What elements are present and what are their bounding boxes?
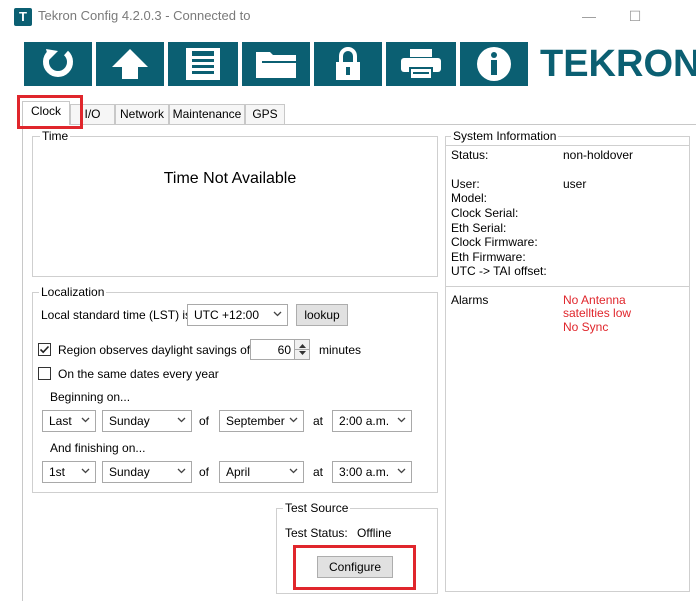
eth-serial-label: Eth Serial: [451, 221, 507, 235]
title-bar: T Tekron Config 4.2.0.3 - Connected to —… [0, 0, 696, 34]
upload-button[interactable] [96, 42, 164, 86]
test-status-value: Offline [357, 526, 392, 540]
begin-month-value: September [226, 414, 285, 428]
clock-firmware-label: Clock Firmware: [451, 235, 538, 249]
tab-gps[interactable]: GPS [245, 104, 285, 124]
same-dates-label: On the same dates every year [58, 367, 219, 381]
alarm-item: satellties low [563, 306, 632, 320]
finish-month-value: April [226, 465, 251, 479]
lookup-button[interactable]: lookup [296, 304, 348, 326]
tekron-logo: TEKRON [540, 43, 696, 85]
refresh-icon [43, 49, 73, 77]
begin-of-label: of [199, 414, 210, 428]
lst-label: Local standard time (LST) is [41, 308, 192, 322]
finish-of-label: of [199, 465, 210, 479]
utc-tai-offset-label: UTC -> TAI offset: [451, 264, 547, 278]
system-info-label: System Information [451, 129, 559, 143]
chevron-down-icon [177, 417, 186, 423]
system-info-divider [446, 286, 689, 287]
begin-month-select[interactable]: September [219, 410, 304, 432]
dst-checkbox[interactable] [38, 343, 51, 356]
time-message: Time Not Available [163, 170, 297, 187]
begin-at-label: at [313, 414, 324, 428]
status-value: non-holdover [563, 148, 634, 162]
chevron-down-icon [81, 468, 90, 474]
test-status-label: Test Status: [285, 526, 348, 540]
app-icon: T [14, 8, 32, 26]
info-icon [477, 47, 511, 81]
finish-week-select[interactable]: 1st [42, 461, 96, 483]
dst-minutes-spinner[interactable]: 60 [250, 339, 310, 360]
finishing-label: And finishing on... [50, 441, 146, 455]
finish-month-select[interactable]: April [219, 461, 304, 483]
begin-time-value: 2:00 a.m. [339, 414, 390, 428]
print-button[interactable] [386, 42, 456, 86]
finish-at-label: at [313, 465, 324, 479]
maximize-button[interactable]: ☐ [620, 6, 650, 28]
folder-icon [256, 52, 296, 78]
chevron-down-icon [289, 417, 298, 423]
test-source-label: Test Source [283, 501, 351, 515]
lock-button[interactable] [314, 42, 382, 86]
begin-time-select[interactable]: 2:00 a.m. [332, 410, 412, 432]
begin-week-select[interactable]: Last [42, 410, 96, 432]
time-group [32, 136, 438, 277]
save-icon [186, 48, 220, 80]
minutes-label: minutes [319, 343, 362, 357]
time-group-label: Time [40, 129, 71, 143]
lock-icon [336, 47, 360, 80]
eth-firmware-label: Eth Firmware: [451, 250, 526, 264]
highlight-clock-tab [17, 95, 83, 129]
model-label: Model: [451, 191, 488, 205]
alarms-label: Alarms [451, 293, 489, 307]
finish-day-value: Sunday [109, 465, 150, 479]
chevron-down-icon [177, 468, 186, 474]
dst-minutes-value: 60 [277, 343, 291, 357]
lst-select[interactable]: UTC +12:00 [187, 304, 288, 326]
save-button[interactable] [168, 42, 238, 86]
status-label: Status: [451, 148, 489, 162]
open-folder-button[interactable] [242, 42, 310, 86]
tab-maintenance[interactable]: Maintenance [169, 104, 245, 124]
info-button[interactable] [460, 42, 528, 86]
spinner-up-down-icon [295, 344, 310, 355]
begin-day-value: Sunday [109, 414, 150, 428]
upload-icon [112, 49, 148, 79]
finish-day-select[interactable]: Sunday [102, 461, 192, 483]
alarm-item: No Sync [563, 320, 609, 334]
system-info-divider [446, 145, 689, 146]
finish-time-select[interactable]: 3:00 a.m. [332, 461, 412, 483]
window-title: Tekron Config 4.2.0.3 - Connected to [38, 8, 251, 23]
spinner-arrows[interactable] [294, 340, 310, 359]
dst-label: Region observes daylight savings of [58, 343, 251, 357]
finish-time-value: 3:00 a.m. [339, 465, 390, 479]
same-dates-checkbox[interactable] [38, 367, 51, 380]
checkmark-icon [39, 345, 50, 354]
user-label: User: [451, 177, 480, 191]
beginning-label: Beginning on... [50, 390, 131, 404]
highlight-configure-button [293, 545, 416, 590]
lst-value: UTC +12:00 [194, 308, 260, 322]
clock-serial-label: Clock Serial: [451, 206, 519, 220]
refresh-button[interactable] [24, 42, 92, 86]
begin-day-select[interactable]: Sunday [102, 410, 192, 432]
chevron-down-icon [273, 311, 282, 317]
minimize-button[interactable]: — [574, 6, 604, 28]
user-value: user [563, 177, 587, 191]
chevron-down-icon [81, 417, 90, 423]
chevron-down-icon [397, 417, 406, 423]
chevron-down-icon [397, 468, 406, 474]
begin-week-value: Last [49, 414, 72, 428]
localization-group-label: Localization [39, 285, 107, 299]
tab-network[interactable]: Network [115, 104, 169, 124]
finish-week-value: 1st [49, 465, 66, 479]
print-icon [401, 49, 441, 80]
chevron-down-icon [289, 468, 298, 474]
